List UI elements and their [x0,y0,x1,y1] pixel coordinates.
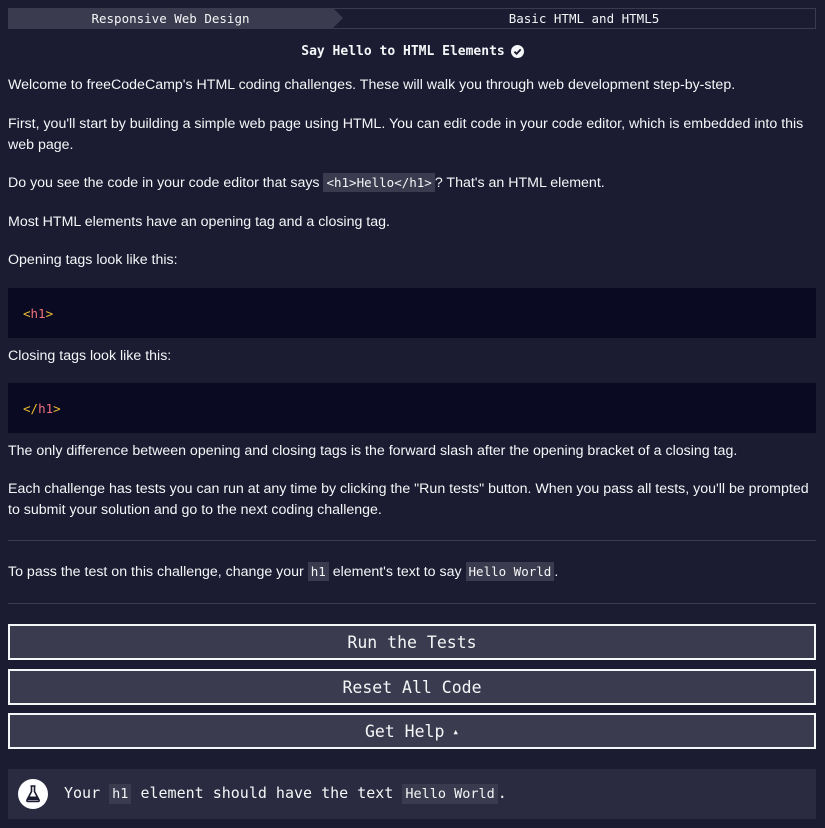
challenge-title-text: Say Hello to HTML Elements [301,44,505,59]
test-result: Your h1 element should have the text Hel… [8,769,816,819]
breadcrumb-block[interactable]: Basic HTML and HTML5 [333,8,816,29]
text: Do you see the code in your code editor … [8,175,324,191]
code-block-closing-tag: </h1> [8,383,816,433]
text: element's text to say [328,564,466,580]
run-tests-label: Run the Tests [347,632,477,652]
code-tag: h1 [38,401,54,416]
code-punct: < [23,306,31,321]
code-tag: h1 [30,306,46,321]
inline-code: Hello World [465,562,555,581]
description-paragraph: First, you'll start by building a simple… [8,116,804,153]
description-paragraph: The only difference between opening and … [8,443,738,459]
description-paragraph: Do you see the code in your code editor … [8,173,816,194]
code-punct: > [53,401,61,416]
breadcrumb-superblock[interactable]: Responsive Web Design [8,8,333,29]
code-block-opening-tag: <h1> [8,288,816,338]
test-description: Your h1 element should have the text Hel… [64,784,507,804]
instructions: To pass the test on this challenge, chan… [8,562,816,583]
text: ? That's an HTML element. [434,175,605,191]
description-paragraph: Each challenge has tests you can run at … [8,481,809,518]
code-punct: > [45,306,54,321]
description-paragraph: Closing tags look like this: [8,348,172,364]
breadcrumb: Responsive Web Design Basic HTML and HTM… [8,8,816,29]
get-help-button[interactable]: Get Help ▴ [8,713,816,749]
description-paragraph: Opening tags look like this: [8,252,178,268]
run-tests-button[interactable]: Run the Tests [8,624,816,660]
inline-code: h1 [109,784,132,804]
breadcrumb-superblock-label: Responsive Web Design [91,11,250,26]
divider [8,540,816,541]
divider [8,603,816,604]
breadcrumb-block-label: Basic HTML and HTML5 [508,11,660,26]
text: element should have the text [131,784,403,802]
reset-code-label: Reset All Code [342,677,482,697]
inline-code: h1 [307,562,329,581]
check-circle-icon [510,45,524,58]
text: To pass the test on this challenge, chan… [8,564,308,580]
caret-up-icon: ▴ [452,724,460,738]
inline-code: Hello World [402,784,498,804]
text: . [554,564,559,580]
reset-code-button[interactable]: Reset All Code [8,669,816,705]
get-help-label: Get Help [364,721,445,741]
description-paragraph: Welcome to freeCodeCamp's HTML coding ch… [8,77,736,93]
code-punct: </ [23,401,39,416]
flask-icon [18,779,48,809]
text: . [497,784,507,802]
description-paragraph: Most HTML elements have an opening tag a… [8,214,390,230]
text: Your [64,784,110,802]
challenge-title: Say Hello to HTML Elements [0,44,825,59]
inline-code: <h1>Hello</h1> [323,173,435,192]
